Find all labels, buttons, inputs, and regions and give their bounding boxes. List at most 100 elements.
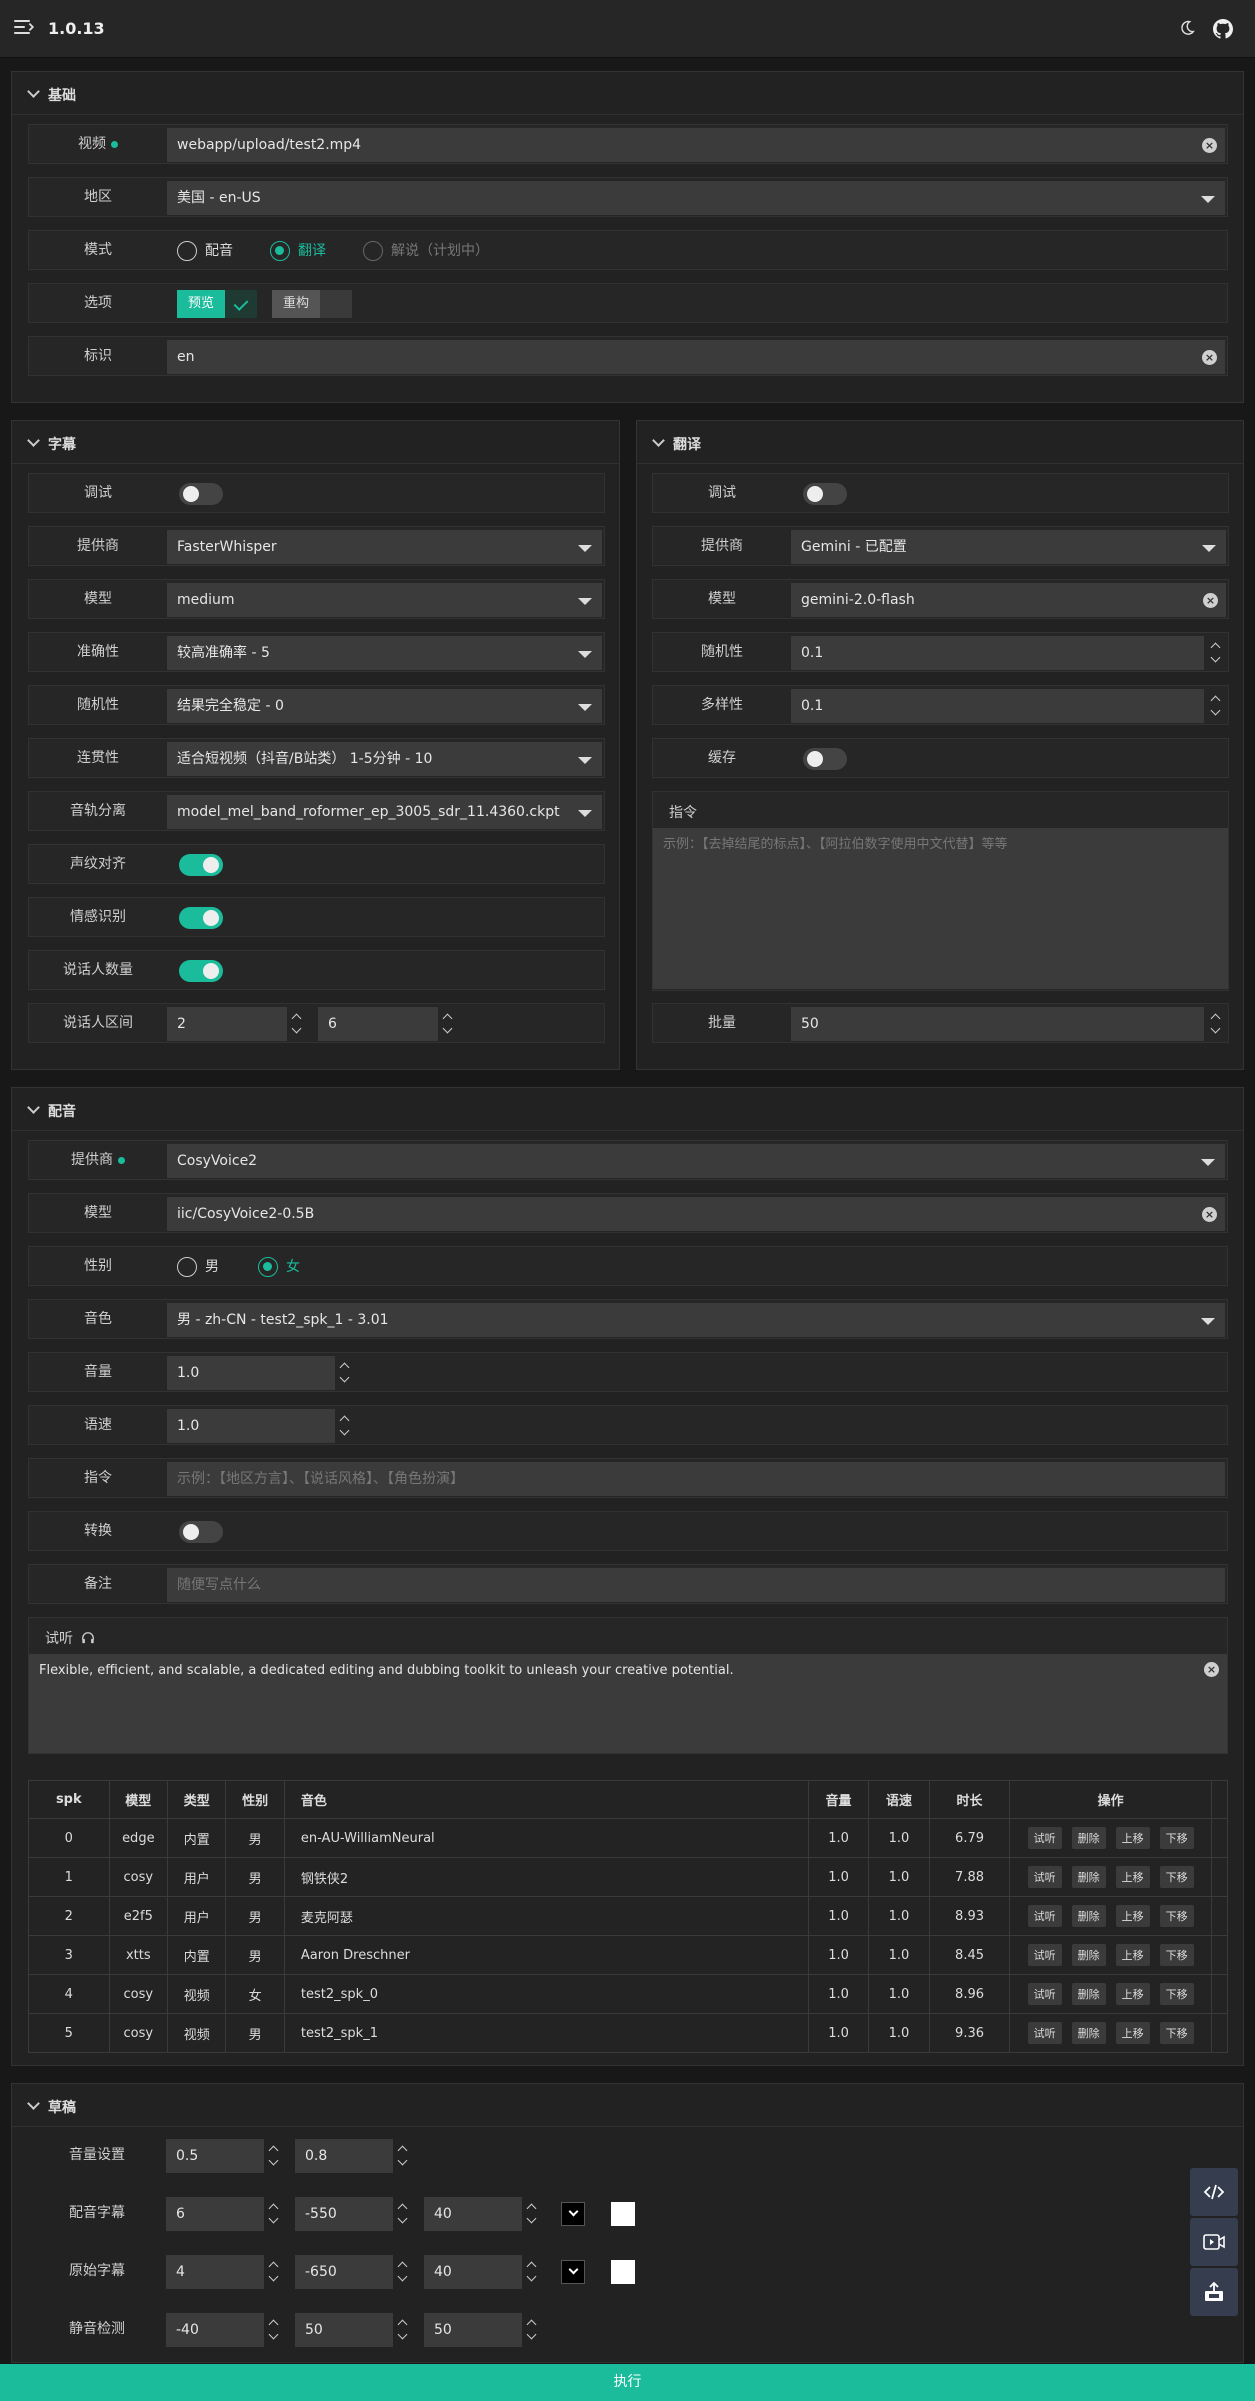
clear-icon[interactable]: ×: [1204, 1662, 1219, 1677]
mode-radio-narrate[interactable]: 解说（计划中）: [363, 241, 489, 261]
stepper-icon[interactable]: [1207, 636, 1225, 670]
rebuild-toggle[interactable]: 重构: [272, 290, 352, 318]
subtitle-offset-input[interactable]: -650: [295, 2255, 393, 2289]
volume-input[interactable]: 1.0: [167, 1356, 335, 1390]
randomness-select[interactable]: 结果完全稳定 - 0: [167, 689, 602, 723]
provider-select[interactable]: Gemini - 已配置: [791, 530, 1226, 564]
mode-radio-translate[interactable]: 翻译: [270, 241, 326, 261]
convert-toggle[interactable]: [179, 1521, 223, 1543]
stepper-icon[interactable]: [1207, 689, 1225, 723]
instruction-textarea[interactable]: 示例：【去掉结尾的标点】、【阿拉伯数字使用中文代替】等等: [653, 828, 1228, 989]
bg-color-picker[interactable]: [611, 2260, 635, 2284]
tag-input[interactable]: en ×: [167, 340, 1225, 374]
speed-input[interactable]: 1.0: [167, 1409, 335, 1443]
cache-toggle[interactable]: [803, 748, 847, 770]
accuracy-select[interactable]: 较高准确率 - 5: [167, 636, 602, 670]
github-icon[interactable]: [1213, 19, 1233, 39]
preview-button[interactable]: 试听: [1027, 1866, 1062, 1888]
stepper-icon[interactable]: [523, 2255, 541, 2289]
move-down-button[interactable]: 下移: [1159, 1944, 1194, 1966]
delete-button[interactable]: 删除: [1071, 1983, 1106, 2005]
volume-input[interactable]: 0.8: [295, 2139, 393, 2173]
model-select[interactable]: medium: [167, 583, 602, 617]
subtitle-offset-input[interactable]: -550: [295, 2197, 393, 2231]
voiceprint-toggle[interactable]: [179, 854, 223, 876]
move-down-button[interactable]: 下移: [1159, 1983, 1194, 2005]
clear-icon[interactable]: ×: [1203, 593, 1218, 608]
subtitle-header[interactable]: 字幕: [12, 421, 619, 464]
font-color-picker[interactable]: [561, 2202, 585, 2226]
preview-button[interactable]: 试听: [1027, 2022, 1062, 2044]
provider-select[interactable]: FasterWhisper: [167, 530, 602, 564]
model-input[interactable]: iic/CosyVoice2-0.5B ×: [167, 1197, 1225, 1231]
silence-min-input[interactable]: 50: [295, 2313, 393, 2347]
move-down-button[interactable]: 下移: [1159, 1905, 1194, 1927]
stepper-icon[interactable]: [394, 2255, 412, 2289]
voice-select[interactable]: 男 - zh-CN - test2_spk_1 - 3.01: [167, 1303, 1225, 1337]
stepper-icon[interactable]: [394, 2139, 412, 2173]
separation-select[interactable]: model_mel_band_roformer_ep_3005_sdr_11.4…: [167, 795, 602, 829]
move-up-button[interactable]: 上移: [1115, 1905, 1150, 1927]
clear-icon[interactable]: ×: [1202, 1207, 1217, 1222]
delete-button[interactable]: 删除: [1071, 2022, 1106, 2044]
delete-button[interactable]: 删除: [1071, 1905, 1106, 1927]
video-button[interactable]: [1190, 2218, 1238, 2266]
stepper-icon[interactable]: [265, 2255, 283, 2289]
stepper-icon[interactable]: [336, 1409, 354, 1443]
move-down-button[interactable]: 下移: [1159, 2022, 1194, 2044]
debug-toggle[interactable]: [803, 483, 847, 505]
preview-button[interactable]: 试听: [1027, 1983, 1062, 2005]
stepper-icon[interactable]: [523, 2197, 541, 2231]
bg-color-picker[interactable]: [611, 2202, 635, 2226]
move-up-button[interactable]: 上移: [1115, 1944, 1150, 1966]
randomness-input[interactable]: 0.1: [791, 636, 1204, 670]
volume-input[interactable]: 0.5: [166, 2139, 264, 2173]
menu-icon[interactable]: [14, 20, 35, 36]
batch-input[interactable]: 50: [791, 1007, 1204, 1041]
preview-toggle[interactable]: 预览: [177, 290, 257, 318]
subtitle-width-input[interactable]: 40: [424, 2255, 522, 2289]
headphones-icon[interactable]: [81, 1631, 95, 1645]
trial-textarea[interactable]: Flexible, efficient, and scalable, a ded…: [29, 1654, 1227, 1753]
stepper-icon[interactable]: [394, 2197, 412, 2231]
note-input[interactable]: 随便写点什么: [167, 1568, 1225, 1602]
clear-icon[interactable]: ×: [1202, 138, 1217, 153]
export-button[interactable]: [1190, 2268, 1238, 2316]
execute-button[interactable]: 执行: [0, 2364, 1255, 2401]
dubbing-header[interactable]: 配音: [12, 1088, 1243, 1131]
delete-button[interactable]: 删除: [1071, 1827, 1106, 1849]
emotion-toggle[interactable]: [179, 907, 223, 929]
stepper-icon[interactable]: [336, 1356, 354, 1390]
speaker-min-input[interactable]: 2: [167, 1007, 287, 1041]
move-down-button[interactable]: 下移: [1159, 1866, 1194, 1888]
stepper-icon[interactable]: [394, 2313, 412, 2347]
provider-select[interactable]: CosyVoice2: [167, 1144, 1225, 1178]
gender-radio-male[interactable]: 男: [177, 1257, 219, 1277]
subtitle-width-input[interactable]: 40: [424, 2197, 522, 2231]
code-button[interactable]: [1190, 2168, 1238, 2216]
stepper-icon[interactable]: [439, 1007, 457, 1041]
stepper-icon[interactable]: [288, 1007, 306, 1041]
instruction-input[interactable]: 示例：【地区方言】、【说话风格】、【角色扮演】: [167, 1462, 1225, 1496]
stepper-icon[interactable]: [265, 2313, 283, 2347]
speaker-count-toggle[interactable]: [179, 960, 223, 982]
move-up-button[interactable]: 上移: [1115, 1866, 1150, 1888]
preview-button[interactable]: 试听: [1027, 1827, 1062, 1849]
moon-icon[interactable]: [1178, 19, 1196, 37]
stepper-icon[interactable]: [523, 2313, 541, 2347]
silence-threshold-input[interactable]: -40: [166, 2313, 264, 2347]
gender-radio-female[interactable]: 女: [258, 1257, 300, 1277]
speaker-max-input[interactable]: 6: [318, 1007, 438, 1041]
preview-button[interactable]: 试听: [1027, 1905, 1062, 1927]
debug-toggle[interactable]: [179, 483, 223, 505]
region-select[interactable]: 美国 - en-US: [167, 181, 1225, 215]
move-up-button[interactable]: 上移: [1115, 2022, 1150, 2044]
translate-header[interactable]: 翻译: [637, 421, 1243, 464]
delete-button[interactable]: 删除: [1071, 1944, 1106, 1966]
mode-radio-dub[interactable]: 配音: [177, 241, 233, 261]
subtitle-size-input[interactable]: 6: [166, 2197, 264, 2231]
stepper-icon[interactable]: [1207, 1007, 1225, 1041]
preview-button[interactable]: 试听: [1027, 1944, 1062, 1966]
coherence-select[interactable]: 适合短视频（抖音/B站类） 1-5分钟 - 10: [167, 742, 602, 776]
model-input[interactable]: gemini-2.0-flash ×: [791, 583, 1226, 617]
